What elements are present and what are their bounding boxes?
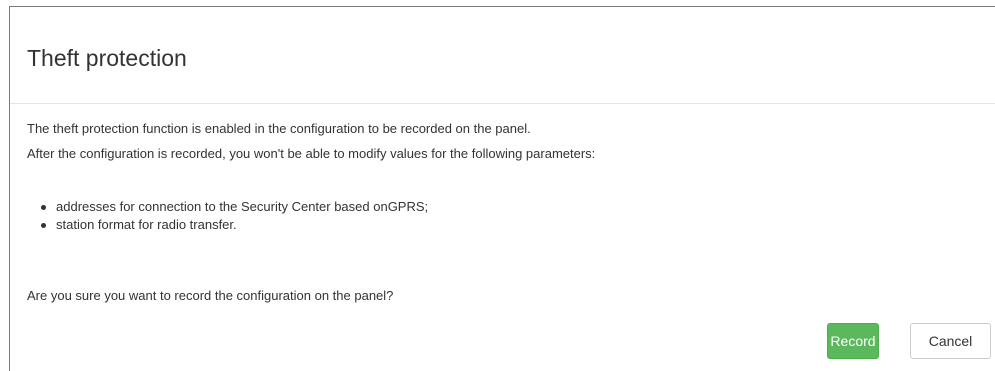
list-item: addresses for connection to the Security… [27,198,428,216]
record-button[interactable]: Record [827,323,879,359]
theft-protection-dialog: Theft protection The theft protection fu… [9,6,995,371]
bullet-icon [41,223,46,228]
bullet-icon [41,205,46,210]
confirmation-question: Are you sure you want to record the conf… [27,288,394,303]
dialog-title: Theft protection [27,45,187,71]
list-item: station format for radio transfer. [27,216,428,234]
enabled-message: The theft protection function is enabled… [27,121,531,136]
cancel-button[interactable]: Cancel [910,323,991,359]
locked-parameters-list: addresses for connection to the Security… [27,198,428,234]
parameter-label: addresses for connection to the Security… [56,199,429,214]
dialog-header: Theft protection [10,7,995,104]
parameter-label: station format for radio transfer. [56,217,237,232]
restriction-message: After the configuration is recorded, you… [27,146,596,161]
